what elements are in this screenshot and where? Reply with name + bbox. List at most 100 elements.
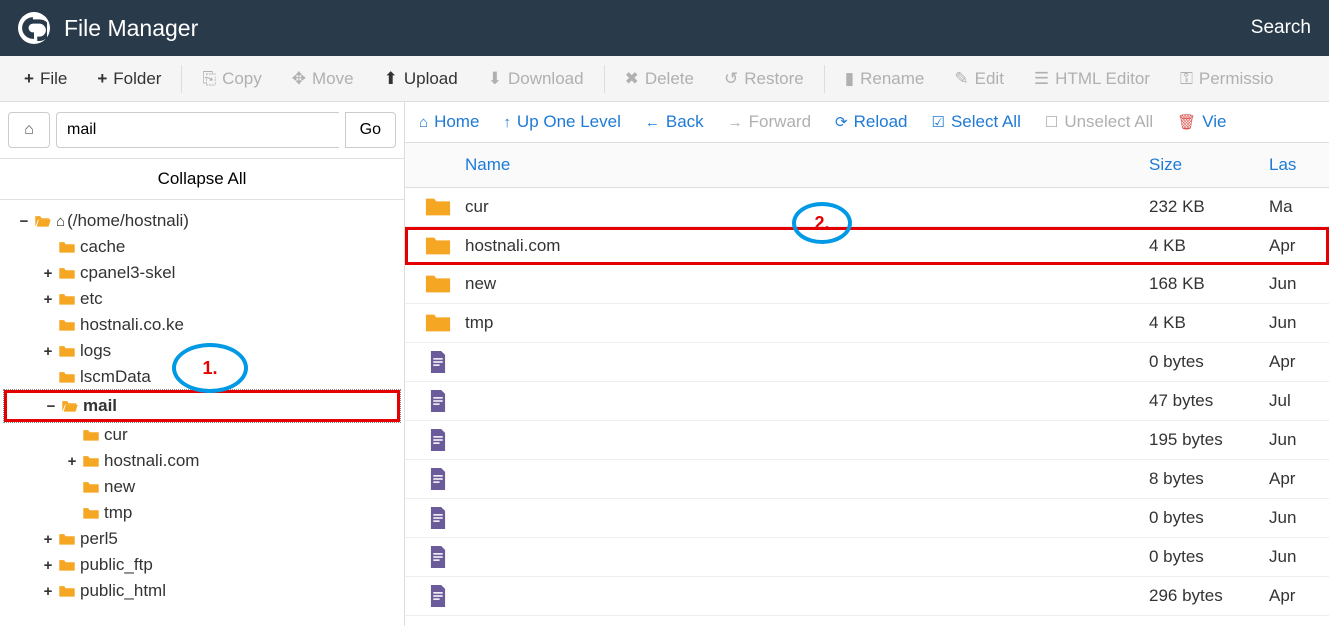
th-name[interactable]: Name <box>465 155 1149 175</box>
tree-item[interactable]: cur <box>4 422 400 448</box>
tree-item[interactable]: +cpanel3-skel <box>4 260 400 286</box>
tree-item[interactable]: cache <box>4 234 400 260</box>
tree-toggle[interactable]: + <box>64 453 80 470</box>
ct-up-button[interactable]: ↑Up One Level <box>503 112 620 132</box>
table-row[interactable]: tmp4 KBJun <box>405 304 1329 343</box>
tree-item[interactable]: hostnali.co.ke <box>4 312 400 338</box>
table-row[interactable]: 0 bytesJun <box>405 538 1329 577</box>
tree-label: logs <box>80 341 111 361</box>
upload-icon: ⬆ <box>384 69 398 89</box>
row-last: Apr <box>1269 586 1309 606</box>
table-row[interactable]: 0 bytesApr <box>405 343 1329 382</box>
ct-forward-button[interactable]: →Forward <box>728 112 811 132</box>
table-row[interactable]: 47 bytesJul <box>405 382 1329 421</box>
row-last: Jun <box>1269 547 1309 567</box>
row-last: Apr <box>1269 236 1309 256</box>
tree-toggle[interactable]: + <box>40 265 56 282</box>
ct-back-button[interactable]: ←Back <box>645 112 704 132</box>
tree-item[interactable]: −mail <box>4 390 400 422</box>
search-link[interactable]: Search <box>1251 17 1311 39</box>
plus-icon: + <box>97 69 107 89</box>
row-size: 4 KB <box>1149 313 1269 333</box>
content-pane: ⌂Home ↑Up One Level ←Back →Forward ⟳Relo… <box>405 102 1329 626</box>
file-label: File <box>40 69 67 89</box>
tree-toggle[interactable]: − <box>16 213 32 230</box>
table-row[interactable]: new168 KBJun <box>405 265 1329 304</box>
move-label: Move <box>312 69 354 89</box>
th-last[interactable]: Las <box>1269 155 1309 175</box>
go-button[interactable]: Go <box>345 112 396 148</box>
move-button[interactable]: ✥Move <box>278 61 368 97</box>
row-size: 0 bytes <box>1149 547 1269 567</box>
tree-item[interactable]: +public_html <box>4 578 400 604</box>
edit-button[interactable]: ✎ Edit <box>940 61 1018 97</box>
tree-item[interactable]: new <box>4 474 400 500</box>
key-icon: ⚿ <box>1180 69 1193 89</box>
permissions-button[interactable]: ⚿Permissio <box>1166 61 1288 97</box>
table-header: Name Size Las <box>405 143 1329 188</box>
sidebar: ⌂ Go Collapse All −⌂(/home/hostnali) cach… <box>0 102 405 626</box>
new-folder-button[interactable]: +Folder <box>83 61 175 97</box>
ct-home-button[interactable]: ⌂Home <box>419 112 479 132</box>
tree-item[interactable]: −⌂(/home/hostnali) <box>4 208 400 234</box>
ct-select-all-button[interactable]: ☑Select All <box>931 112 1020 132</box>
restore-icon: ↺ <box>724 69 738 89</box>
tree-item[interactable]: tmp <box>4 500 400 526</box>
copy-button[interactable]: ⎘Copy <box>188 61 275 97</box>
delete-button[interactable]: ✖Delete <box>611 61 708 97</box>
tree-toggle[interactable]: − <box>43 398 59 415</box>
edit-icon: ✎ <box>954 69 968 89</box>
row-size: 0 bytes <box>1149 352 1269 372</box>
tree-toggle[interactable]: + <box>40 343 56 360</box>
row-last: Apr <box>1269 352 1309 372</box>
table-row[interactable]: 0 bytesJun <box>405 499 1329 538</box>
reload-icon: ⟳ <box>835 113 848 131</box>
tree-label: cache <box>80 237 125 257</box>
ct-up-label: Up One Level <box>517 112 621 132</box>
home-button[interactable]: ⌂ <box>8 112 50 148</box>
ct-unselect-all-button[interactable]: ☐Unselect All <box>1045 112 1153 132</box>
row-name: tmp <box>465 313 1149 333</box>
download-icon: ⬇ <box>488 69 502 89</box>
tree-item[interactable]: +perl5 <box>4 526 400 552</box>
table-row[interactable]: hostnali.com4 KBApr <box>405 227 1329 265</box>
ct-reload-button[interactable]: ⟳Reload <box>835 112 907 132</box>
separator <box>181 65 182 93</box>
rename-button[interactable]: ▮Rename <box>831 61 939 97</box>
tree-toggle[interactable]: + <box>40 531 56 548</box>
collapse-all-button[interactable]: Collapse All <box>0 159 404 200</box>
restore-button[interactable]: ↺ Restore <box>710 61 818 97</box>
tree-item[interactable]: +etc <box>4 286 400 312</box>
restore-label: Restore <box>744 69 804 89</box>
tree-item[interactable]: +hostnali.com <box>4 448 400 474</box>
ct-view-button[interactable]: 🗑Vie <box>1177 112 1226 132</box>
tree-item[interactable]: lscmData <box>4 364 400 390</box>
rename-icon: ▮ <box>845 69 854 89</box>
delete-icon: ✖ <box>625 69 639 89</box>
table-row[interactable]: 296 bytesApr <box>405 577 1329 616</box>
table-row[interactable]: cur232 KBMa <box>405 188 1329 227</box>
upload-label: Upload <box>404 69 458 89</box>
tree-item[interactable]: +public_ftp <box>4 552 400 578</box>
ct-home-label: Home <box>434 112 479 132</box>
download-button[interactable]: ⬇ Download <box>474 61 598 97</box>
download-label: Download <box>508 69 584 89</box>
path-input[interactable] <box>56 112 339 148</box>
upload-button[interactable]: ⬆ Upload <box>370 61 472 97</box>
row-size: 8 bytes <box>1149 469 1269 489</box>
new-file-button[interactable]: +File <box>10 61 81 97</box>
ct-back-label: Back <box>666 112 704 132</box>
th-size[interactable]: Size <box>1149 155 1269 175</box>
table-body: cur232 KBMahostnali.com4 KBAprnew168 KBJ… <box>405 188 1329 626</box>
html-editor-button[interactable]: ☰HTML Editor <box>1020 61 1164 97</box>
tree-label: (/home/hostnali) <box>67 211 189 231</box>
edit-label: Edit <box>975 69 1004 89</box>
tree-toggle[interactable]: + <box>40 291 56 308</box>
tree-item[interactable]: + logs <box>4 338 400 364</box>
table-row[interactable]: 195 bytesJun <box>405 421 1329 460</box>
table-row[interactable]: 8 bytesApr <box>405 460 1329 499</box>
row-size: 195 bytes <box>1149 430 1269 450</box>
tree-toggle[interactable]: + <box>40 583 56 600</box>
row-size: 296 bytes <box>1149 586 1269 606</box>
tree-toggle[interactable]: + <box>40 557 56 574</box>
